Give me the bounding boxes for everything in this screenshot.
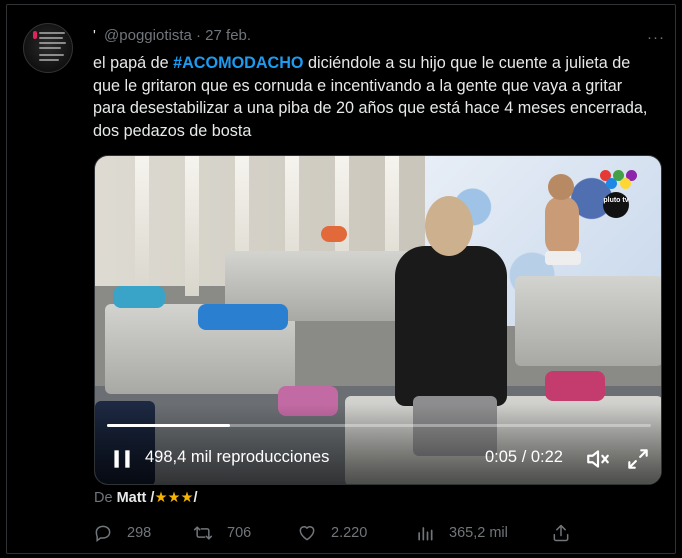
- tweet-actions: 298 706 2.220 365,2 mil: [93, 523, 593, 545]
- view-count: 498,4 mil reproducciones: [145, 448, 330, 466]
- video-progress-fill: [107, 424, 231, 427]
- video-player[interactable]: pluto tv 498,4 mil reproducciones 0:05 /…: [94, 155, 662, 485]
- views-button[interactable]: 365,2 mil: [415, 523, 508, 543]
- like-button[interactable]: 2.220: [297, 523, 367, 543]
- retweet-button[interactable]: 706: [193, 523, 251, 543]
- avatar[interactable]: [23, 23, 73, 73]
- video-controls: [95, 404, 661, 484]
- share-icon: [553, 524, 569, 542]
- video-attribution: De Matt /★★★/: [94, 490, 197, 506]
- fullscreen-icon[interactable]: [625, 446, 651, 472]
- star-icons: ★★★: [154, 490, 194, 506]
- video-time: 0:05 / 0:22: [485, 448, 563, 466]
- hashtag-link[interactable]: #ACOMODACHO: [173, 54, 303, 72]
- heart-icon: [299, 526, 315, 541]
- reply-icon: [95, 525, 111, 542]
- share-button[interactable]: [551, 523, 585, 543]
- reply-button[interactable]: 298: [93, 523, 151, 543]
- video-progress-bar[interactable]: [107, 424, 651, 427]
- like-count: 2.220: [331, 525, 368, 541]
- mute-icon[interactable]: [585, 446, 611, 472]
- reply-count: 298: [127, 525, 152, 541]
- author-row: ' @poggiotista · 27 feb.: [93, 27, 251, 44]
- ribbon-icon: [33, 31, 37, 39]
- display-name[interactable]: ': [93, 27, 96, 44]
- tweet-card[interactable]: ' @poggiotista · 27 feb. ··· el papá de …: [6, 4, 676, 554]
- attribution-slash-2: /: [193, 490, 198, 506]
- analytics-icon: [418, 527, 433, 541]
- views-count: 365,2 mil: [449, 525, 508, 541]
- author-handle[interactable]: @poggiotista: [104, 27, 192, 44]
- retweet-count: 706: [227, 525, 252, 541]
- retweet-icon: [193, 526, 213, 540]
- separator: ·: [196, 27, 201, 44]
- tweet-text-start: el papá de: [93, 54, 174, 72]
- attribution-prefix: De: [94, 490, 113, 506]
- attribution-name[interactable]: Matt: [117, 490, 147, 506]
- channel-logo: pluto tv: [603, 192, 629, 218]
- pause-icon[interactable]: [109, 446, 135, 472]
- tweet-text: el papá de #ACOMODACHO diciéndole a su h…: [93, 52, 653, 142]
- more-options-icon[interactable]: ···: [647, 29, 665, 46]
- tweet-date[interactable]: 27 feb.: [205, 27, 251, 44]
